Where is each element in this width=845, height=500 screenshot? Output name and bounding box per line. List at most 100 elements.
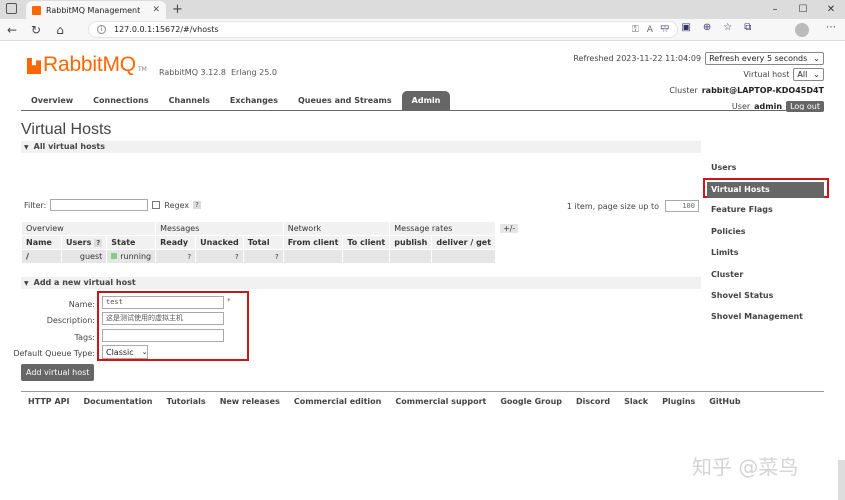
vhost-state: running bbox=[106, 249, 157, 264]
more-menu-icon[interactable]: ⋯ bbox=[826, 22, 836, 33]
browser-tab[interactable]: RabbitMQ Management ✕ bbox=[26, 1, 166, 19]
tab-overview[interactable]: Overview bbox=[21, 91, 83, 110]
col-ready[interactable]: Ready bbox=[155, 235, 197, 250]
name-input[interactable]: test bbox=[102, 296, 224, 309]
tab-admin[interactable]: Admin bbox=[401, 91, 451, 110]
maximize-icon[interactable]: ☐ bbox=[789, 0, 817, 19]
name-label: Name: bbox=[68, 300, 95, 309]
sidenav-shovel-management[interactable]: Shovel Management bbox=[707, 310, 824, 331]
minimize-icon[interactable]: – bbox=[761, 0, 789, 19]
sidenav-users[interactable]: Users bbox=[707, 161, 824, 182]
footer-slack[interactable]: Slack bbox=[617, 397, 655, 406]
col-deliver-get[interactable]: deliver / get bbox=[431, 235, 497, 250]
address-bar[interactable]: i 127.0.0.1:15672/#/vhosts ⚿ A ☆ bbox=[88, 21, 678, 38]
refresh-select[interactable]: Refresh every 5 seconds ⌄ bbox=[705, 51, 824, 65]
vhost-to-client bbox=[342, 249, 391, 264]
regex-checkbox[interactable] bbox=[152, 201, 161, 209]
close-tab-icon[interactable]: ✕ bbox=[152, 5, 160, 15]
back-icon[interactable]: ← bbox=[0, 23, 24, 37]
filter-input[interactable] bbox=[50, 199, 149, 211]
page-size-input[interactable]: 100 bbox=[665, 200, 699, 212]
col-users[interactable]: Users ? bbox=[60, 235, 108, 250]
required-marker: * bbox=[227, 297, 231, 305]
page-title: Virtual Hosts bbox=[21, 121, 112, 138]
vhost-state-text: running bbox=[120, 252, 152, 261]
chevron-down-icon: ⌄ bbox=[141, 347, 148, 356]
col-to-client[interactable]: To client bbox=[342, 235, 391, 250]
table-row[interactable]: / guest running ? ? ? bbox=[21, 249, 524, 264]
footer-github[interactable]: GitHub bbox=[702, 397, 747, 406]
window-controls: – ☐ ✕ bbox=[761, 0, 845, 19]
users-help-icon[interactable]: ? bbox=[94, 239, 103, 247]
all-vhosts-heading: All virtual hosts bbox=[33, 142, 105, 151]
sidebar-toggle-icon[interactable] bbox=[6, 3, 17, 14]
close-window-icon[interactable]: ✕ bbox=[817, 0, 845, 19]
sidenav-shovel-status[interactable]: Shovel Status bbox=[707, 289, 824, 310]
queue-type-select[interactable]: Classic ⌄ bbox=[102, 345, 148, 359]
copilot-icon[interactable]: ⊕ bbox=[703, 22, 711, 33]
chevron-down-icon: ⌄ bbox=[813, 69, 820, 79]
tab-queues-streams[interactable]: Queues and Streams bbox=[288, 91, 402, 110]
tab-exchanges[interactable]: Exchanges bbox=[220, 91, 288, 110]
screenshot-icon[interactable]: ▭ bbox=[660, 22, 669, 33]
tab-connections[interactable]: Connections bbox=[83, 91, 158, 110]
col-unacked[interactable]: Unacked bbox=[195, 235, 244, 250]
footer-new-releases[interactable]: New releases bbox=[213, 397, 287, 406]
footer-commercial-support[interactable]: Commercial support bbox=[388, 397, 493, 406]
vhost-select[interactable]: All ⌄ bbox=[793, 67, 824, 81]
erlang-version: Erlang 25.0 bbox=[231, 68, 277, 77]
footer-tutorials[interactable]: Tutorials bbox=[160, 397, 213, 406]
col-name[interactable]: Name bbox=[21, 235, 62, 250]
pagination-info: 1 item, page size up to 100 bbox=[567, 200, 699, 212]
main-nav: Overview Connections Channels Exchanges … bbox=[21, 91, 824, 111]
footer-commercial-edition[interactable]: Commercial edition bbox=[287, 397, 388, 406]
reload-icon[interactable]: ↻ bbox=[24, 23, 48, 37]
add-vhost-button[interactable]: Add virtual host bbox=[21, 364, 95, 381]
trademark: TM bbox=[137, 66, 147, 73]
profile-avatar[interactable] bbox=[795, 23, 809, 37]
sidenav-virtual-hosts[interactable]: Virtual Hosts bbox=[707, 182, 824, 199]
rabbitmq-page: RabbitMQ TM RabbitMQ 3.12.8 Erlang 25.0 … bbox=[0, 41, 845, 500]
col-total[interactable]: Total bbox=[242, 235, 284, 250]
col-state[interactable]: State bbox=[106, 235, 157, 250]
vhost-label: Virtual host bbox=[743, 69, 790, 79]
sidenav-feature-flags[interactable]: Feature Flags bbox=[707, 203, 824, 224]
footer-documentation[interactable]: Documentation bbox=[76, 397, 159, 406]
site-info-icon[interactable]: i bbox=[97, 25, 106, 34]
sidenav-cluster[interactable]: Cluster bbox=[707, 268, 824, 289]
table-header-row: Name Users ? State Ready Unacked Total F… bbox=[21, 235, 523, 250]
all-vhosts-header[interactable]: ▼ All virtual hosts bbox=[21, 141, 701, 153]
tags-label: Tags: bbox=[74, 333, 95, 342]
footer-plugins[interactable]: Plugins bbox=[655, 397, 702, 406]
regex-help-icon[interactable]: ? bbox=[193, 201, 201, 209]
sidenav-limits[interactable]: Limits bbox=[707, 246, 824, 267]
tab-channels[interactable]: Channels bbox=[159, 91, 220, 110]
vhost-name-link[interactable]: / bbox=[21, 249, 62, 264]
group-messages: Messages bbox=[155, 221, 284, 236]
state-indicator-icon bbox=[111, 253, 118, 259]
home-icon[interactable]: ⌂ bbox=[48, 23, 72, 37]
read-aloud-icon[interactable]: A bbox=[647, 22, 653, 39]
footer-google-group[interactable]: Google Group bbox=[493, 397, 569, 406]
tags-input[interactable] bbox=[102, 329, 224, 342]
collections-icon[interactable]: ⧉ bbox=[744, 22, 751, 33]
favorites-icon[interactable]: ☆ bbox=[723, 22, 732, 33]
col-publish[interactable]: publish bbox=[389, 235, 433, 250]
add-vhost-header[interactable]: ▼ Add a new virtual host bbox=[21, 277, 701, 289]
extension-icon[interactable]: ▣ bbox=[681, 22, 690, 33]
footer-http-api[interactable]: HTTP API bbox=[21, 397, 76, 406]
description-label: Description: bbox=[46, 316, 95, 325]
refresh-select-value: Refresh every 5 seconds bbox=[709, 53, 808, 63]
key-icon[interactable]: ⚿ bbox=[632, 22, 639, 39]
new-tab-icon[interactable]: + bbox=[172, 2, 183, 17]
vhost-total: ? bbox=[242, 249, 284, 264]
sidenav-policies[interactable]: Policies bbox=[707, 225, 824, 246]
description-input[interactable]: 这是测试使用的虚拟主机 bbox=[102, 312, 224, 325]
columns-toggle-button[interactable]: +/- bbox=[500, 224, 519, 233]
col-from-client[interactable]: From client bbox=[282, 235, 344, 250]
scrollbar[interactable] bbox=[838, 460, 845, 500]
rabbitmq-logo[interactable]: RabbitMQ TM bbox=[27, 54, 147, 75]
footer-discord[interactable]: Discord bbox=[569, 397, 617, 406]
vhost-select-value: All bbox=[797, 69, 808, 79]
url-text: 127.0.0.1:15672/#/vhosts bbox=[114, 25, 219, 34]
